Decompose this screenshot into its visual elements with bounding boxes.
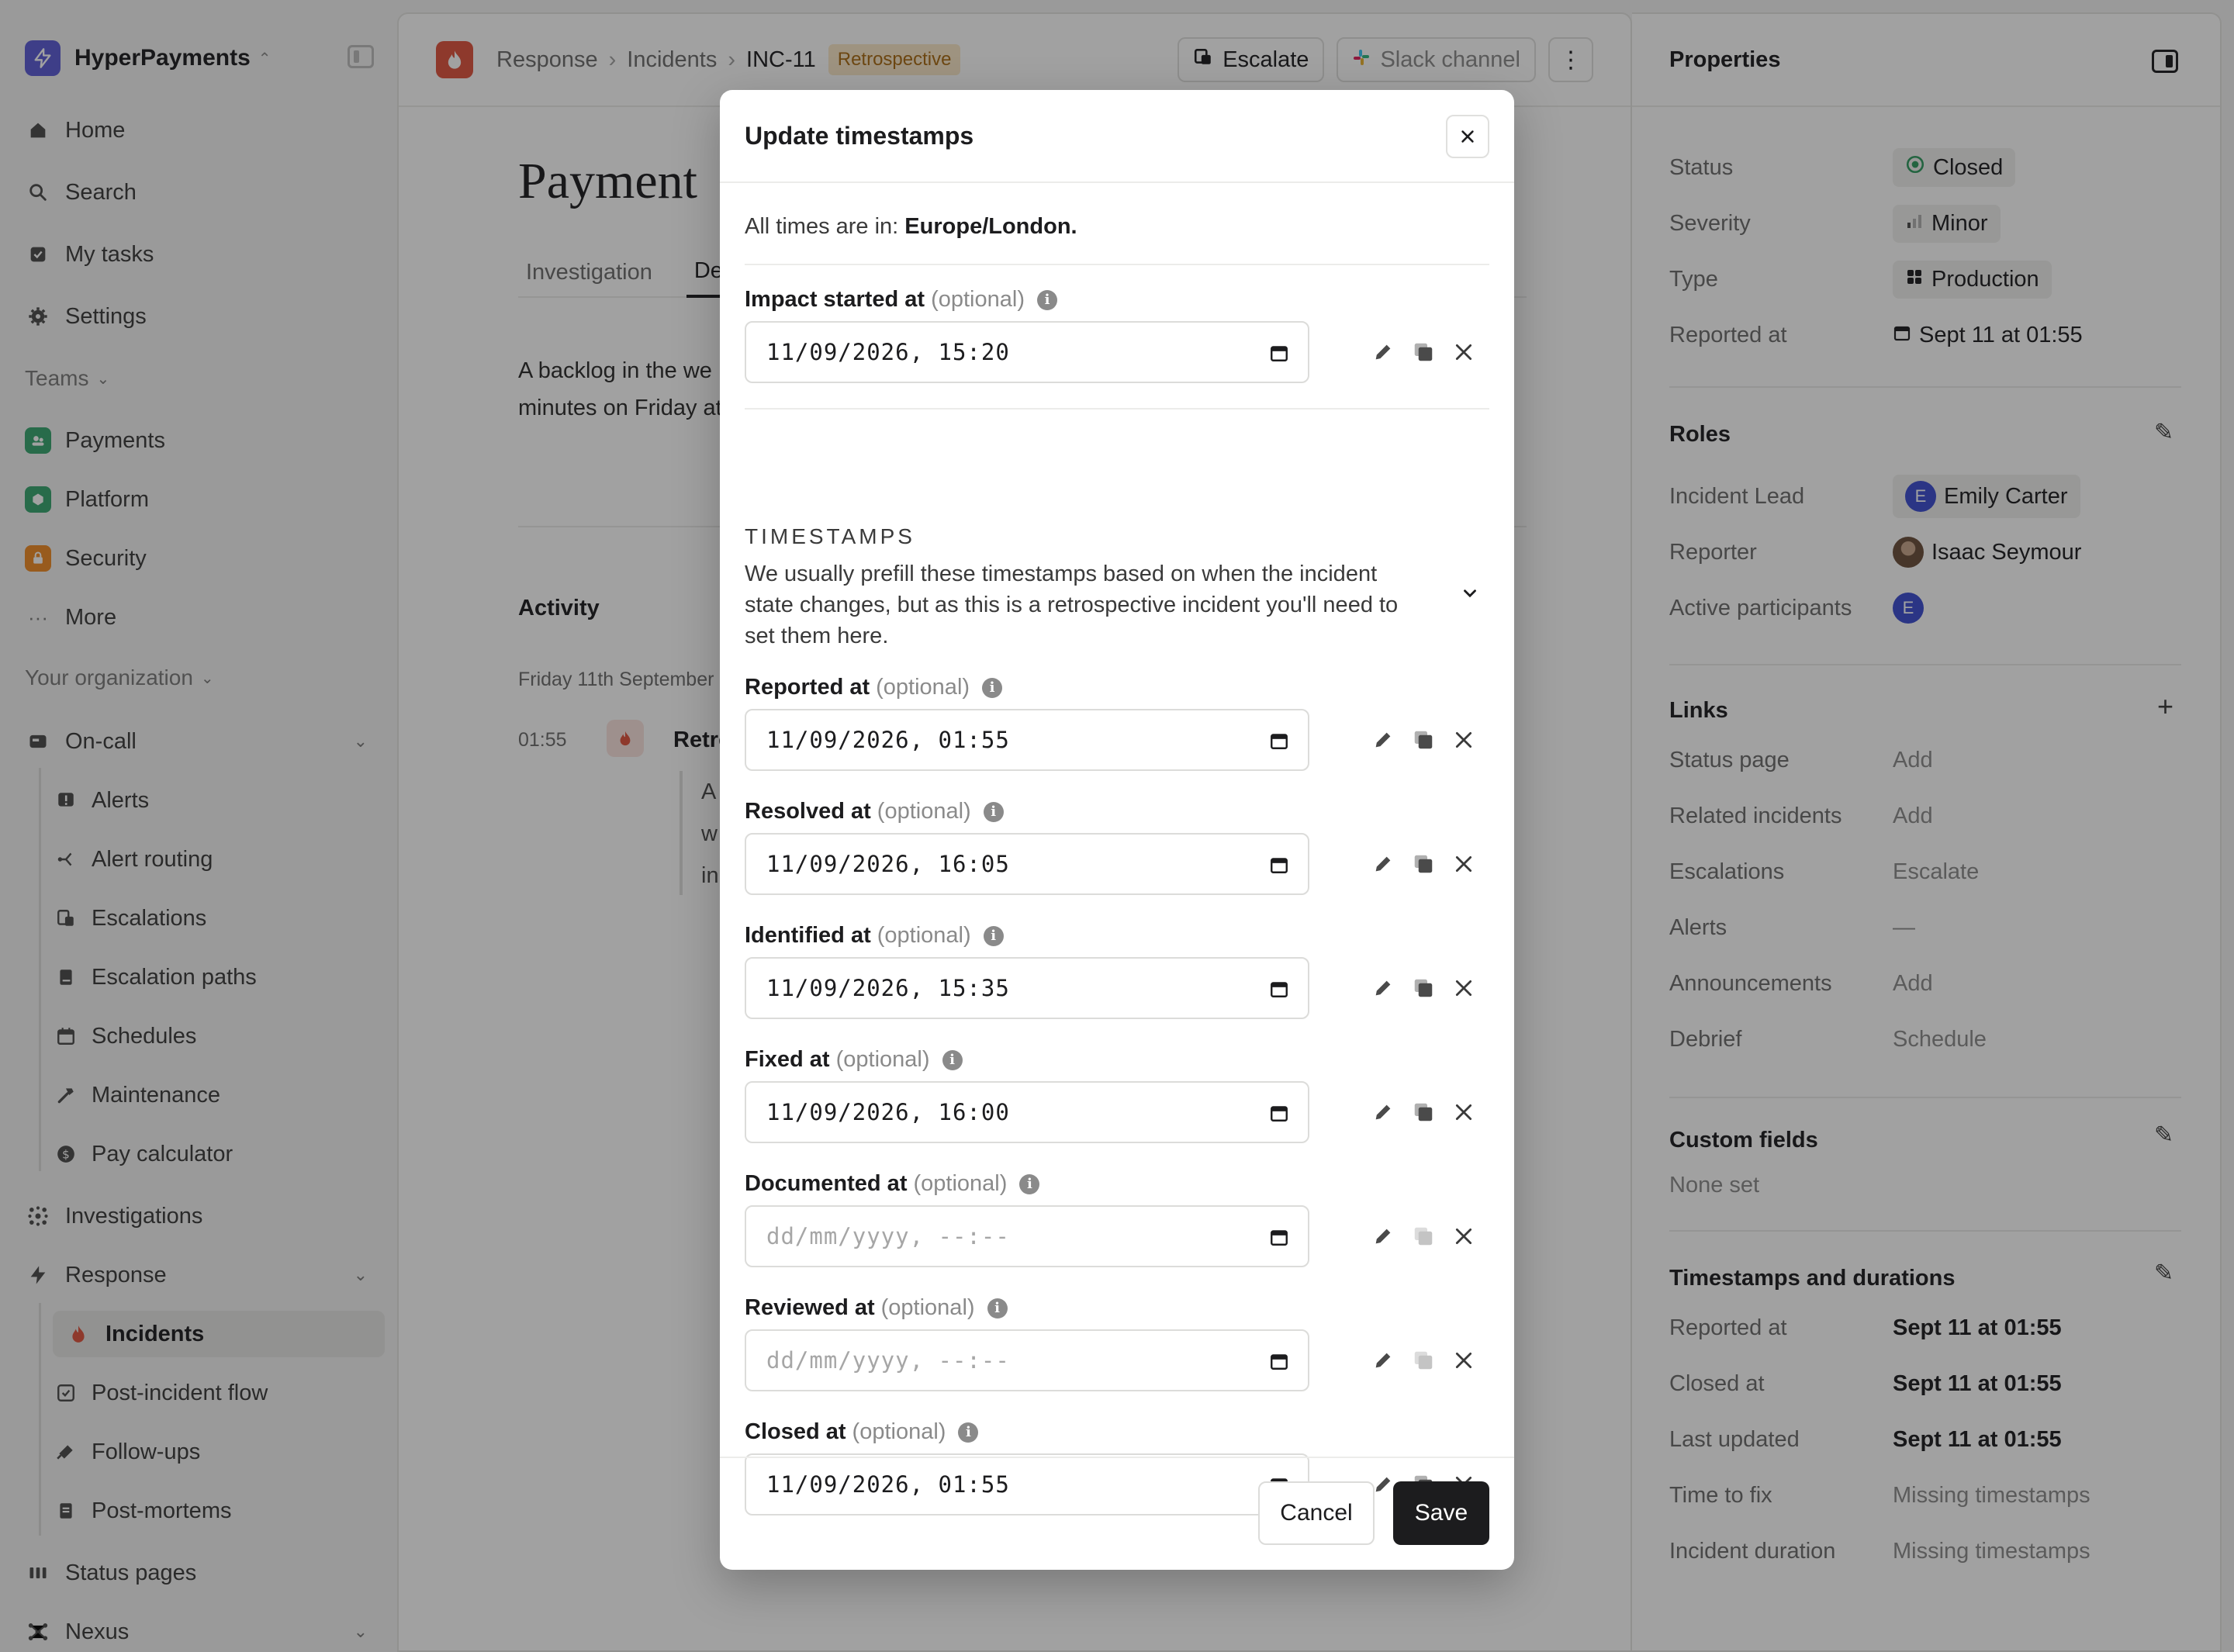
field-label-text: Documented at [745,1171,908,1196]
copy-icon[interactable] [1412,1349,1435,1372]
datetime-value: dd/mm/yyyy, --:-- [766,1347,1010,1374]
update-timestamps-modal: Update timestamps All times are in: Euro… [720,90,1514,1570]
info-icon[interactable]: i [982,677,1003,698]
timezone-prefix: All times are in: [745,214,905,239]
clear-x-icon[interactable] [1452,1101,1475,1124]
info-icon[interactable]: i [958,1422,979,1443]
reported-field-actions [1371,709,1488,771]
clear-x-icon[interactable] [1452,1225,1475,1248]
datetime-value: dd/mm/yyyy, --:-- [766,1223,1010,1249]
calendar-icon[interactable] [1269,855,1289,875]
optional-text: (optional) [880,1295,975,1320]
reviewed-field-actions [1371,1329,1488,1391]
clear-x-icon[interactable] [1452,852,1475,876]
optional-text: (optional) [877,799,971,824]
optional-text: (optional) [913,1171,1008,1196]
timestamps-description: We usually prefill these timestamps base… [745,562,1399,648]
optional-text: (optional) [876,675,970,700]
field-label-text: Reported at [745,675,870,700]
info-icon[interactable]: i [987,1298,1008,1318]
calendar-icon[interactable] [1269,979,1289,999]
copy-icon[interactable] [1412,976,1435,1000]
reported-at-label: Reported at (optional) i [745,675,1003,700]
modal-title: Update timestamps [745,121,974,150]
divider [745,408,1489,410]
copy-icon[interactable] [1412,1225,1435,1248]
documented-field-actions [1371,1205,1488,1267]
optional-text: (optional) [835,1047,930,1072]
timezone-note: All times are in: Europe/London. [745,214,1077,240]
resolved-at-input[interactable]: 11/09/2026, 16:05 [745,833,1309,895]
close-button[interactable] [1446,115,1489,158]
datetime-value: 11/09/2026, 16:05 [766,851,1010,877]
resolved-field-actions [1371,833,1488,895]
clear-x-icon[interactable] [1452,728,1475,752]
info-icon[interactable]: i [983,801,1004,822]
pencil-icon[interactable] [1371,852,1395,876]
impact-started-input[interactable]: 11/09/2026, 15:20 [745,321,1309,383]
timezone-value: Europe/London. [904,214,1077,239]
close-icon [1461,130,1474,143]
identified-at-label: Identified at (optional) i [745,923,1004,949]
modal-header: Update timestamps [720,90,1514,183]
optional-text: (optional) [852,1419,946,1444]
info-icon[interactable]: i [1019,1173,1040,1194]
divider [745,264,1489,265]
datetime-value: 11/09/2026, 15:20 [766,339,1010,365]
timestamps-heading: TIMESTAMPS [745,524,915,548]
fixed-at-input[interactable]: 11/09/2026, 16:00 [745,1081,1309,1143]
calendar-icon[interactable] [1269,731,1289,751]
info-icon[interactable]: i [983,925,1004,946]
fixed-at-label: Fixed at (optional) i [745,1047,963,1073]
field-label-text: Identified at [745,923,871,948]
copy-icon[interactable] [1412,852,1435,876]
clear-x-icon[interactable] [1452,1349,1475,1372]
copy-icon[interactable] [1412,1101,1435,1124]
info-icon[interactable]: i [1036,289,1057,310]
datetime-value: 11/09/2026, 15:35 [766,975,1010,1001]
field-label-text: Closed at [745,1419,846,1444]
clear-x-icon[interactable] [1452,340,1475,364]
pencil-icon[interactable] [1371,1101,1395,1124]
identified-at-input[interactable]: 11/09/2026, 15:35 [745,957,1309,1019]
fixed-field-actions [1371,1081,1488,1143]
reviewed-at-input[interactable]: dd/mm/yyyy, --:-- [745,1329,1309,1391]
optional-text: (optional) [877,923,971,948]
pencil-icon[interactable] [1371,1349,1395,1372]
modal-footer: Cancel Save [720,1457,1514,1570]
chevron-down-icon[interactable] [1460,583,1480,603]
datetime-value: 11/09/2026, 16:00 [766,1099,1010,1125]
pencil-icon[interactable] [1371,340,1395,364]
field-label-text: Reviewed at [745,1295,875,1320]
field-label-text: Impact started at [745,287,925,312]
field-label-text: Fixed at [745,1047,830,1072]
resolved-at-label: Resolved at (optional) i [745,799,1004,824]
copy-icon[interactable] [1412,728,1435,752]
cancel-button[interactable]: Cancel [1258,1481,1375,1545]
impact-field-actions [1371,321,1488,383]
info-icon[interactable]: i [942,1049,963,1070]
app-root: HyperPayments ⌃ Home Search My tasks Set… [0,0,2234,1652]
save-button[interactable]: Save [1393,1481,1489,1545]
identified-field-actions [1371,957,1488,1019]
pencil-icon[interactable] [1371,976,1395,1000]
reviewed-at-label: Reviewed at (optional) i [745,1295,1008,1321]
clear-x-icon[interactable] [1452,976,1475,1000]
pencil-icon[interactable] [1371,728,1395,752]
reported-at-input[interactable]: 11/09/2026, 01:55 [745,709,1309,771]
field-label-text: Resolved at [745,799,871,824]
calendar-icon[interactable] [1269,1103,1289,1123]
calendar-icon[interactable] [1269,1351,1289,1371]
impact-started-label: Impact started at (optional) i [745,287,1057,313]
datetime-value: 11/09/2026, 01:55 [766,727,1010,753]
pencil-icon[interactable] [1371,1225,1395,1248]
documented-at-label: Documented at (optional) i [745,1171,1040,1197]
optional-text: (optional) [931,287,1025,312]
documented-at-input[interactable]: dd/mm/yyyy, --:-- [745,1205,1309,1267]
calendar-icon[interactable] [1269,1227,1289,1247]
closed-at-label: Closed at (optional) i [745,1419,979,1445]
copy-icon[interactable] [1412,340,1435,364]
calendar-icon[interactable] [1269,343,1289,363]
